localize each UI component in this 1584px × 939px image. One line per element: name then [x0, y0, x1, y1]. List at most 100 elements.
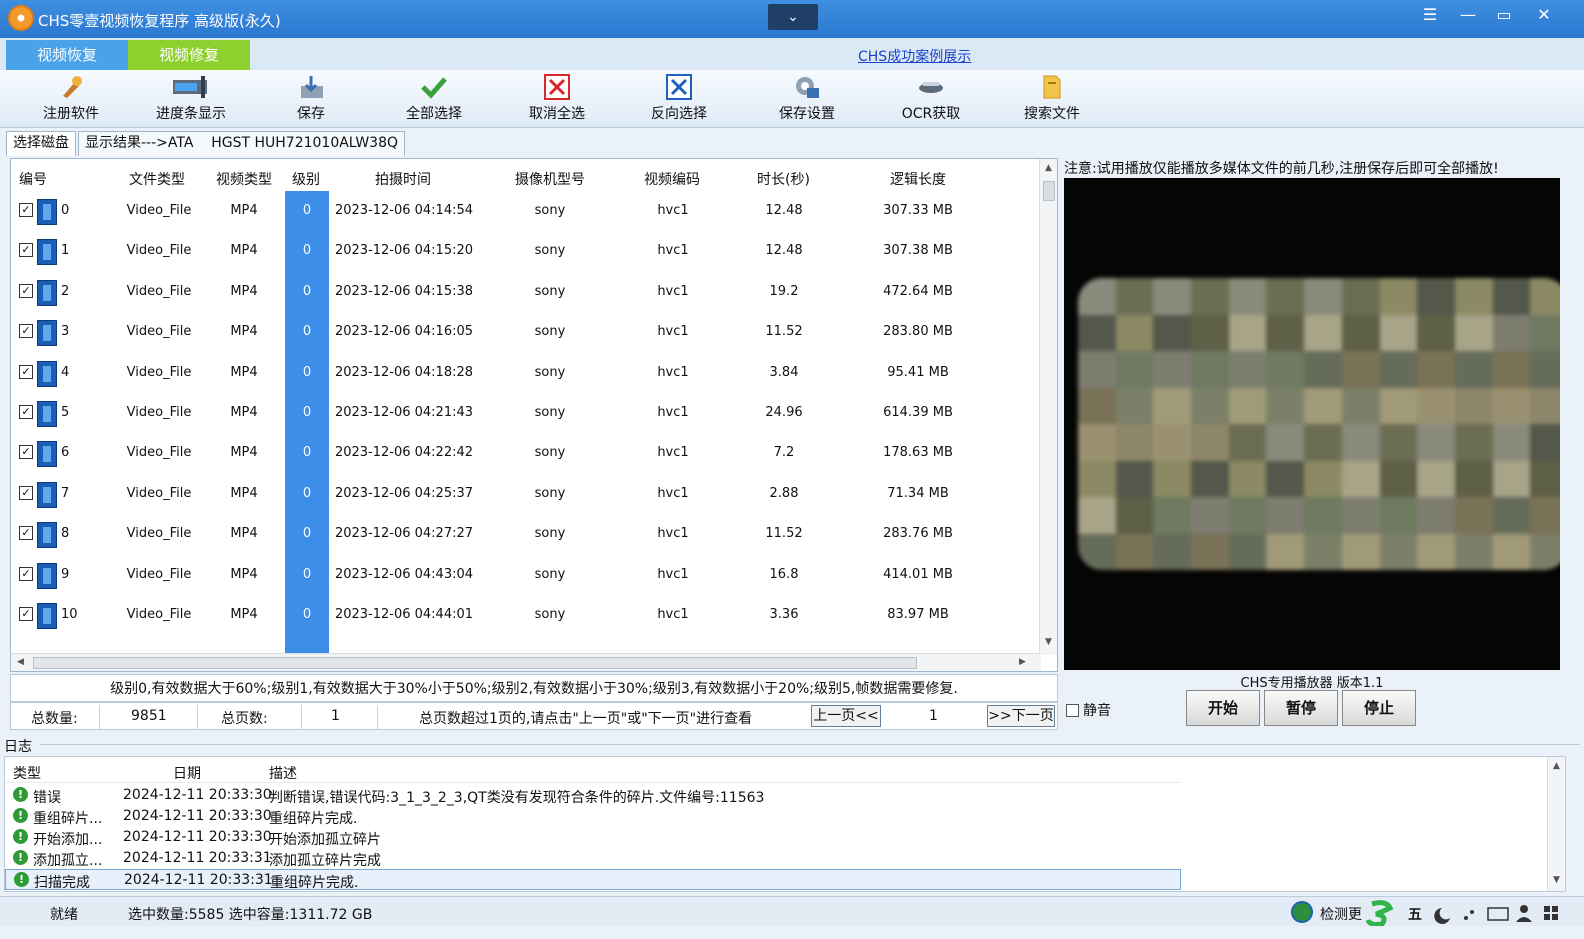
col-id[interactable]: 编号: [19, 169, 47, 189]
log-col-date[interactable]: 日期: [173, 763, 201, 783]
cell-size: 95.41 MB: [887, 364, 949, 380]
scroll-left-icon[interactable]: ◀: [17, 657, 24, 667]
register-button[interactable]: 注册软件: [16, 74, 126, 126]
scroll-thumb[interactable]: [1043, 181, 1055, 201]
menu-icon[interactable]: ☰: [1414, 2, 1446, 28]
ocr-button[interactable]: OCR获取: [876, 74, 986, 126]
cell-camera: sony: [534, 364, 566, 380]
table-row[interactable]: ✓ 1 Video_File MP4 0 2023-12-06 04:15:20 sony h…: [11, 231, 1041, 271]
row-id: 9: [61, 566, 70, 582]
cell-level: 0: [302, 203, 312, 218]
table-row[interactable]: ✓ 0 Video_File MP4 0 2023-12-06 04:14:54 sony h…: [11, 191, 1041, 231]
cell-vtype: MP4: [230, 566, 258, 582]
col-codec[interactable]: 视频编码: [644, 169, 700, 189]
table-row[interactable]: ✓ 4 Video_File MP4 0 2023-12-06 04:18:28 sony h…: [11, 353, 1041, 393]
cell-time: 2023-12-06 04:15:38: [334, 283, 474, 299]
tab-video-repair[interactable]: 视频修复: [128, 40, 250, 70]
cell-ftype: Video_File: [126, 203, 192, 218]
select-all-button[interactable]: 全部选择: [379, 74, 489, 126]
deselect-all-button[interactable]: 取消全选: [502, 74, 612, 126]
save-button[interactable]: 保存: [256, 74, 366, 126]
video-file-icon: [37, 522, 57, 549]
cell-codec: hvc1: [657, 607, 689, 622]
cell-codec: hvc1: [657, 364, 689, 380]
row-checkbox[interactable]: ✓: [19, 526, 33, 541]
stop-button[interactable]: 停止: [1342, 690, 1416, 726]
row-id: 3: [61, 324, 70, 340]
row-checkbox[interactable]: ✓: [19, 203, 33, 217]
log-row[interactable]: ! 错误 2024-12-11 20:33:30 判断错误,错误代码:3_1_3_2_…: [5, 785, 1181, 806]
row-checkbox[interactable]: ✓: [19, 364, 33, 379]
success-cases-link[interactable]: CHS成功案例展示: [858, 46, 971, 66]
col-video-type[interactable]: 视频类型: [216, 169, 272, 189]
table-row[interactable]: ✓ 2 Video_File MP4 0 2023-12-06 04:15:38 sony h…: [11, 272, 1041, 312]
tab-show-results[interactable]: 显示结果--->ATA HGST HUH721010ALW38Q: [78, 131, 405, 156]
tab-select-disk[interactable]: 选择磁盘: [6, 131, 76, 156]
prev-page-button[interactable]: 上一页<<: [811, 705, 881, 727]
row-checkbox[interactable]: ✓: [19, 485, 33, 500]
log-desc: 开始添加孤立碎片: [269, 832, 381, 848]
next-page-button[interactable]: >>下一页: [987, 705, 1055, 727]
cell-size: 614.39 MB: [883, 405, 953, 420]
row-checkbox[interactable]: ✓: [19, 283, 33, 298]
table-row[interactable]: ✓ 8 Video_File MP4 0 2023-12-06 04:27:27 sony h…: [11, 514, 1041, 554]
log-row[interactable]: ! 开始添加... 2024-12-11 20:33:30 开始添加孤立碎片: [5, 827, 1181, 848]
table-row[interactable]: ✓ 10 Video_File MP4 0 2023-12-06 04:44:01 sony…: [11, 595, 1041, 635]
col-file-type[interactable]: 文件类型: [129, 169, 185, 189]
col-level[interactable]: 级别: [292, 169, 320, 189]
col-duration[interactable]: 时长(秒): [757, 169, 810, 189]
log-row[interactable]: ! 重组碎片... 2024-12-11 20:33:30 重组碎片完成.: [5, 806, 1181, 827]
mute-checkbox[interactable]: 静音: [1066, 700, 1111, 720]
restore-button[interactable]: ▭: [1488, 2, 1520, 28]
log-desc: 重组碎片完成.: [269, 811, 358, 827]
tab-video-recovery[interactable]: 视频恢复: [6, 40, 128, 70]
table-row[interactable]: ✓ 6 Video_File MP4 0 2023-12-06 04:22:42 sony h…: [11, 433, 1041, 473]
log-col-type[interactable]: 类型: [13, 763, 41, 783]
cell-vtype: MP4: [230, 283, 258, 299]
collapse-button[interactable]: ⌄: [768, 4, 818, 30]
invert-selection-button[interactable]: 反向选择: [624, 74, 734, 126]
progress-bar-button[interactable]: 进度条显示: [136, 74, 246, 126]
col-logical-size[interactable]: 逻辑长度: [890, 169, 946, 189]
table-row[interactable]: ✓ 5 Video_File MP4 0 2023-12-06 04:21:43 sony h…: [11, 393, 1041, 433]
log-row[interactable]: ! 扫描完成 2024-12-11 20:33:31 重组碎片完成.: [5, 869, 1181, 891]
log-type: 扫描完成: [34, 875, 90, 891]
row-checkbox[interactable]: ✓: [19, 445, 33, 460]
play-button[interactable]: 开始: [1186, 690, 1260, 726]
cell-codec: hvc1: [657, 566, 689, 582]
video-file-icon: [37, 199, 57, 225]
table-row[interactable]: ✓ 7 Video_File MP4 0 2023-12-06 04:25:37 sony h…: [11, 474, 1041, 514]
col-camera-model[interactable]: 摄像机型号: [515, 169, 585, 189]
table-row[interactable]: ✓ 9 Video_File MP4 0 2023-12-06 04:43:04 sony h…: [11, 555, 1041, 595]
row-checkbox[interactable]: ✓: [19, 243, 33, 258]
log-header: 类型 日期 描述: [5, 757, 1181, 783]
pause-button[interactable]: 暂停: [1264, 690, 1338, 726]
row-checkbox[interactable]: ✓: [19, 607, 33, 621]
table-row[interactable]: ✓ 3 Video_File MP4 0 2023-12-06 04:16:05 sony h…: [11, 312, 1041, 352]
cell-vtype: MP4: [230, 364, 258, 380]
cell-time: 2023-12-06 04:27:27: [334, 526, 474, 542]
cell-vtype: MP4: [230, 243, 258, 259]
row-checkbox[interactable]: ✓: [19, 566, 33, 581]
hscroll-thumb[interactable]: [33, 657, 917, 669]
scroll-right-icon[interactable]: ▶: [1019, 657, 1026, 667]
scroll-up-icon[interactable]: ▲: [1045, 163, 1052, 173]
row-checkbox[interactable]: ✓: [19, 405, 33, 419]
minimize-button[interactable]: —: [1452, 2, 1484, 28]
save-settings-button[interactable]: 保存设置: [752, 74, 862, 126]
log-scroll-up-icon[interactable]: ▲: [1553, 761, 1560, 771]
close-button[interactable]: ✕: [1528, 2, 1560, 28]
scroll-down-icon[interactable]: ▼: [1045, 637, 1052, 647]
log-scrollbar[interactable]: ▲ ▼: [1547, 757, 1565, 891]
log-desc: 判断错误,错误代码:3_1_3_2_3,QT类没有发现符合条件的碎片.文件编号:…: [269, 790, 765, 806]
row-checkbox[interactable]: ✓: [19, 324, 33, 339]
col-capture-time[interactable]: 拍摄时间: [375, 169, 431, 189]
search-files-button[interactable]: 搜索文件: [997, 74, 1107, 126]
list-horizontal-scrollbar[interactable]: ◀ ▶: [11, 653, 1041, 671]
tray-icons: [1291, 900, 1558, 927]
log-col-desc[interactable]: 描述: [269, 763, 297, 783]
list-vertical-scrollbar[interactable]: ▲ ▼: [1039, 159, 1057, 655]
log-row[interactable]: ! 添加孤立... 2024-12-11 20:33:31 添加孤立碎片完成: [5, 848, 1181, 869]
log-scroll-down-icon[interactable]: ▼: [1553, 875, 1560, 885]
cell-codec: hvc1: [657, 324, 689, 340]
